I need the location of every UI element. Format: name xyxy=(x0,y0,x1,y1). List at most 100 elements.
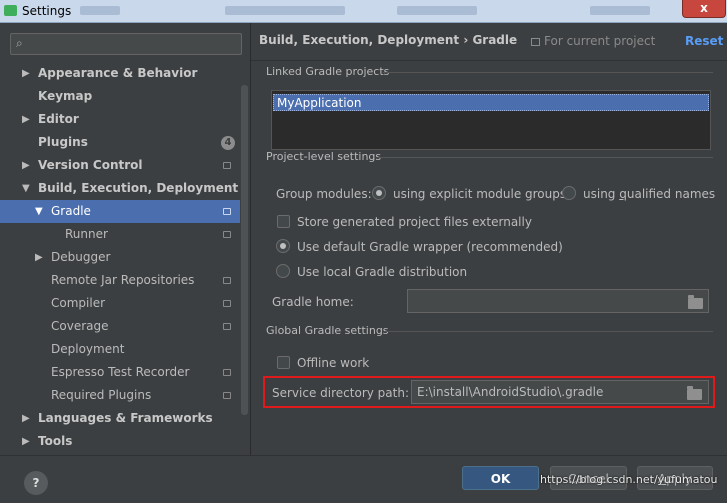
sidebar-item-appearance[interactable]: ▶ Appearance & Behavior xyxy=(0,62,240,85)
section-title-project-level: Project-level settings xyxy=(266,150,382,163)
sidebar-item-editor[interactable]: ▶ Editor xyxy=(0,108,240,131)
gradle-home-field[interactable] xyxy=(407,289,709,313)
section-title-global-gradle: Global Gradle settings xyxy=(266,324,389,337)
project-scope-icon xyxy=(223,231,231,238)
explicit-module-groups-label[interactable]: using explicit module groups xyxy=(393,187,566,201)
section-divider xyxy=(383,72,713,73)
linked-projects-list[interactable]: MyApplication xyxy=(271,90,711,150)
blurred-tab xyxy=(225,6,345,15)
default-wrapper-label[interactable]: Use default Gradle wrapper (recommended) xyxy=(297,240,563,254)
sidebar-item-label: Languages & Frameworks xyxy=(38,411,213,425)
sidebar-item-label: Version Control xyxy=(38,158,143,172)
plugins-update-badge: 4 xyxy=(221,136,235,150)
project-scope-icon xyxy=(223,277,231,284)
list-item-linked-project[interactable]: MyApplication xyxy=(273,94,709,111)
sidebar-item-gradle[interactable]: ▼ Gradle xyxy=(0,200,240,223)
highlight-box xyxy=(263,376,715,408)
checkbox-store-externally[interactable] xyxy=(277,215,290,228)
search-input[interactable]: ⌕ xyxy=(10,33,242,55)
project-scope-icon xyxy=(531,38,540,46)
radio-default-gradle-wrapper[interactable] xyxy=(276,239,290,253)
qualified-names-mnemonic: q xyxy=(619,187,627,201)
expand-arrow-icon[interactable]: ▶ xyxy=(35,246,43,269)
group-modules-label: Group modules: xyxy=(276,187,372,201)
sidebar-item-runner[interactable]: Runner xyxy=(0,223,240,246)
expand-arrow-icon[interactable]: ▶ xyxy=(22,62,30,85)
reset-link[interactable]: Reset xyxy=(685,34,723,48)
sidebar-item-keymap[interactable]: Keymap xyxy=(0,85,240,108)
sidebar-item-label: Keymap xyxy=(38,89,93,103)
collapse-arrow-icon[interactable]: ▼ xyxy=(22,177,30,200)
sidebar-item-required-plugins[interactable]: Required Plugins xyxy=(0,384,240,407)
offline-work-label[interactable]: Offline work xyxy=(297,356,369,370)
store-externally-label[interactable]: Store generated project files externally xyxy=(297,215,532,229)
checkbox-offline-work[interactable] xyxy=(277,356,290,369)
project-scope-icon xyxy=(223,323,231,330)
sidebar-item-label: Plugins xyxy=(38,135,88,149)
sidebar-item-label: Deployment xyxy=(51,342,125,356)
breadcrumb: Build, Execution, Deployment › Gradle xyxy=(259,33,518,47)
sidebar-item-label: Appearance & Behavior xyxy=(38,66,198,80)
sidebar-item-label: Compiler xyxy=(51,296,106,310)
radio-qualified-names[interactable] xyxy=(562,186,576,200)
project-scope-icon xyxy=(223,162,231,169)
sidebar-item-deployment[interactable]: Deployment xyxy=(0,338,240,361)
sidebar-item-compiler[interactable]: Compiler xyxy=(0,292,240,315)
current-project-text: For current project xyxy=(544,34,656,48)
android-studio-icon xyxy=(4,5,17,16)
local-distribution-label[interactable]: Use local Gradle distribution xyxy=(297,265,467,279)
watermark: https://blog.csdn.net/yufumatou xyxy=(540,473,718,486)
sidebar-item-espresso-test-recorder[interactable]: Espresso Test Recorder xyxy=(0,361,240,384)
sidebar-item-label: Tools xyxy=(38,434,73,448)
radio-explicit-module-groups[interactable] xyxy=(372,186,386,200)
sidebar-scrollbar[interactable] xyxy=(241,85,248,415)
expand-arrow-icon[interactable]: ▶ xyxy=(22,154,30,177)
gradle-home-label: Gradle home: xyxy=(272,295,354,309)
sidebar-item-label: Gradle xyxy=(51,204,91,218)
section-divider xyxy=(385,331,713,332)
sidebar-item-label: Remote Jar Repositories xyxy=(51,273,195,287)
section-divider xyxy=(377,157,713,158)
expand-arrow-icon[interactable]: ▶ xyxy=(22,430,30,453)
sidebar-item-coverage[interactable]: Coverage xyxy=(0,315,240,338)
settings-sidebar: ⌕ ▶ Appearance & Behavior Keymap ▶ Edito… xyxy=(0,23,251,455)
section-title-linked-projects: Linked Gradle projects xyxy=(266,65,390,78)
qualified-names-prefix: using xyxy=(583,187,620,201)
blurred-tab xyxy=(590,6,650,15)
title-bar: Settings x xyxy=(0,0,727,23)
sidebar-item-label: Coverage xyxy=(51,319,109,333)
header-divider xyxy=(251,60,727,61)
sidebar-item-label: Editor xyxy=(38,112,79,126)
sidebar-item-label: Debugger xyxy=(51,250,111,264)
sidebar-item-label: Espresso Test Recorder xyxy=(51,365,190,379)
sidebar-item-label: Build, Execution, Deployment xyxy=(38,181,239,195)
expand-arrow-icon[interactable]: ▶ xyxy=(22,108,30,131)
sidebar-item-version-control[interactable]: ▶ Version Control xyxy=(0,154,240,177)
close-button[interactable]: x xyxy=(682,0,726,18)
sidebar-item-plugins[interactable]: Plugins 4 xyxy=(0,131,240,154)
project-scope-icon xyxy=(223,392,231,399)
current-project-label: For current project xyxy=(531,34,655,48)
blurred-tab xyxy=(80,6,120,15)
sidebar-item-build-execution-deployment[interactable]: ▼ Build, Execution, Deployment xyxy=(0,177,240,200)
sidebar-item-tools[interactable]: ▶ Tools xyxy=(0,430,240,453)
project-scope-icon xyxy=(223,208,231,215)
ok-button[interactable]: OK xyxy=(462,466,539,490)
search-icon: ⌕ xyxy=(16,36,23,50)
project-scope-icon xyxy=(223,300,231,307)
sidebar-item-remote-jar-repositories[interactable]: Remote Jar Repositories xyxy=(0,269,240,292)
project-scope-icon xyxy=(223,369,231,376)
qualified-names-label[interactable]: using qualified names xyxy=(583,187,715,201)
window-title: Settings xyxy=(22,4,72,18)
help-button[interactable]: ? xyxy=(24,471,48,495)
folder-browse-icon[interactable] xyxy=(688,295,703,309)
sidebar-item-debugger[interactable]: ▶ Debugger xyxy=(0,246,240,269)
sidebar-item-label: Required Plugins xyxy=(51,388,152,402)
radio-local-gradle-distribution[interactable] xyxy=(276,264,290,278)
sidebar-item-label: Runner xyxy=(65,227,108,241)
collapse-arrow-icon[interactable]: ▼ xyxy=(35,200,43,223)
sidebar-item-languages-frameworks[interactable]: ▶ Languages & Frameworks xyxy=(0,407,240,430)
expand-arrow-icon[interactable]: ▶ xyxy=(22,407,30,430)
qualified-names-suffix: ualified names xyxy=(626,187,716,201)
blurred-tab xyxy=(397,6,477,15)
